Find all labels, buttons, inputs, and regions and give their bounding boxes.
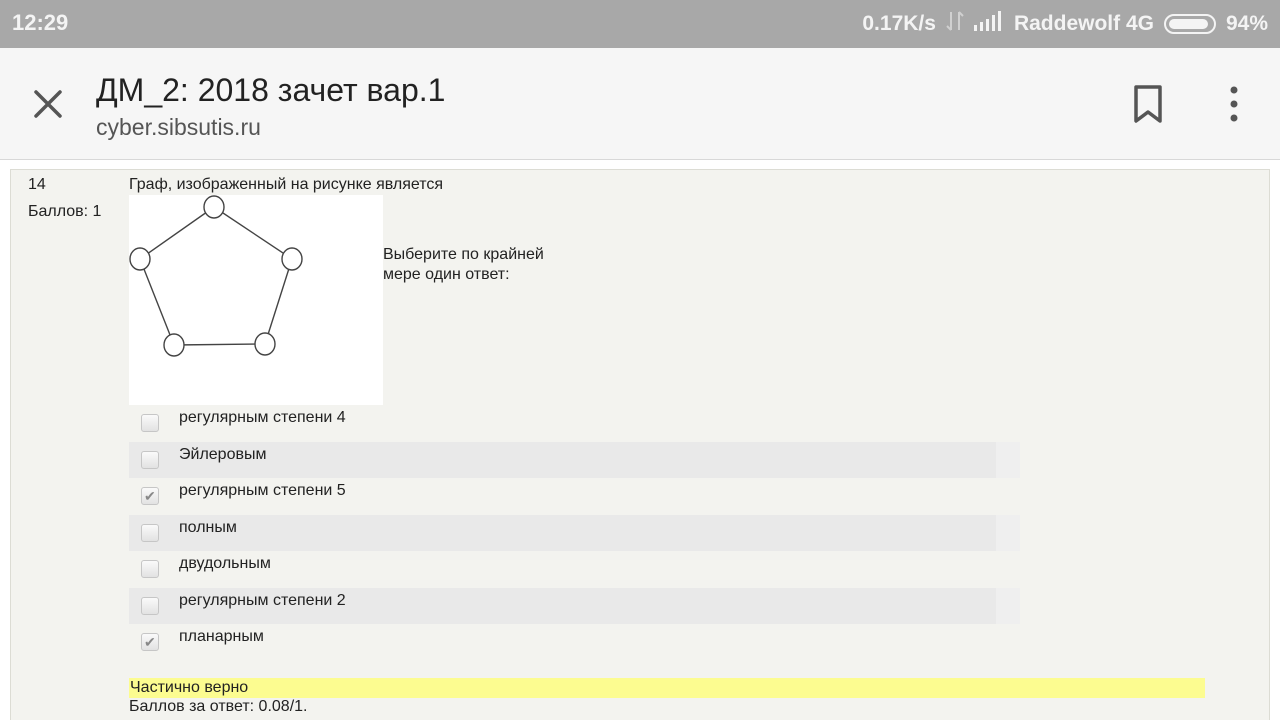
pentagon-graph-diagram (129, 195, 303, 357)
answer-option[interactable]: ✔ Эйлеровым (129, 441, 1020, 478)
carrier-name: Raddewolf 4G (1013, 12, 1154, 35)
answer-checkbox[interactable]: ✔ (141, 523, 159, 542)
answer-checkbox[interactable]: ✔ (141, 450, 159, 469)
signal-icon (973, 11, 1004, 37)
answer-checkbox[interactable]: ✔ (141, 596, 159, 615)
answer-checkbox[interactable]: ✔ (141, 633, 159, 651)
question-text: Граф, изображенный на рисунке является (129, 176, 444, 193)
answer-checkbox[interactable]: ✔ (141, 414, 159, 432)
more-options-button[interactable] (1222, 84, 1246, 124)
page-title: ДМ_2: 2018 зачет вар.1 (96, 72, 446, 108)
answer-option[interactable]: ✔ регулярным степени 4 (129, 405, 1020, 442)
answer-label: Эйлеровым (179, 445, 267, 463)
check-icon: ✔ (144, 488, 156, 504)
bookmark-button[interactable] (1130, 84, 1166, 124)
row-divider (996, 587, 1020, 624)
answer-label: двудольным (179, 555, 271, 572)
answer-label: полным (179, 518, 237, 536)
answer-list: ✔ регулярным степени 4 ✔ Эйлеровым ✔ рег… (129, 405, 1020, 661)
status-right: 0.17K/s Raddewolf 4G 94% (862, 10, 1268, 38)
score-text: Баллов за ответ: 0.08/1. (129, 698, 308, 715)
answer-label: планарным (179, 628, 264, 645)
close-icon (34, 90, 62, 118)
answer-option[interactable]: ✔ планарным (129, 624, 1020, 661)
answer-checkbox[interactable]: ✔ (141, 487, 159, 505)
row-divider (996, 441, 1020, 478)
browser-header: ДМ_2: 2018 зачет вар.1 cyber.sibsutis.ru (0, 48, 1280, 160)
bookmark-icon (1134, 85, 1162, 123)
close-button[interactable] (28, 84, 68, 124)
answer-label: регулярным степени 2 (179, 591, 346, 609)
question-grade: Баллов: 1 (28, 203, 102, 220)
battery-icon (1163, 14, 1216, 34)
more-vert-icon (1230, 86, 1238, 122)
answer-label: регулярным степени 5 (179, 482, 346, 499)
answer-option[interactable]: ✔ регулярным степени 5 (129, 478, 1020, 515)
row-divider (996, 514, 1020, 551)
question-number: 14 (28, 176, 46, 193)
answer-option[interactable]: ✔ полным (129, 514, 1020, 551)
answer-prompt: Выберите по крайней мере один ответ: (383, 246, 544, 283)
feedback-text: Частично верно (129, 678, 1205, 698)
check-icon: ✔ (144, 634, 156, 650)
network-speed: 0.17K/s (862, 12, 936, 35)
status-time: 12:29 (12, 10, 69, 35)
status-bar: 12:29 0.17K/s Raddewolf 4G 94% (0, 0, 1280, 48)
page-url: cyber.sibsutis.ru (96, 114, 261, 140)
battery-percent: 94% (1225, 12, 1268, 35)
answer-option[interactable]: ✔ двудольным (129, 551, 1020, 588)
answer-label: регулярным степени 4 (179, 409, 346, 426)
battery-level (1168, 19, 1208, 29)
answer-option[interactable]: ✔ регулярным степени 2 (129, 587, 1020, 624)
data-transfer-icon (946, 10, 964, 38)
answer-checkbox[interactable]: ✔ (141, 560, 159, 578)
graph-image (129, 195, 383, 405)
